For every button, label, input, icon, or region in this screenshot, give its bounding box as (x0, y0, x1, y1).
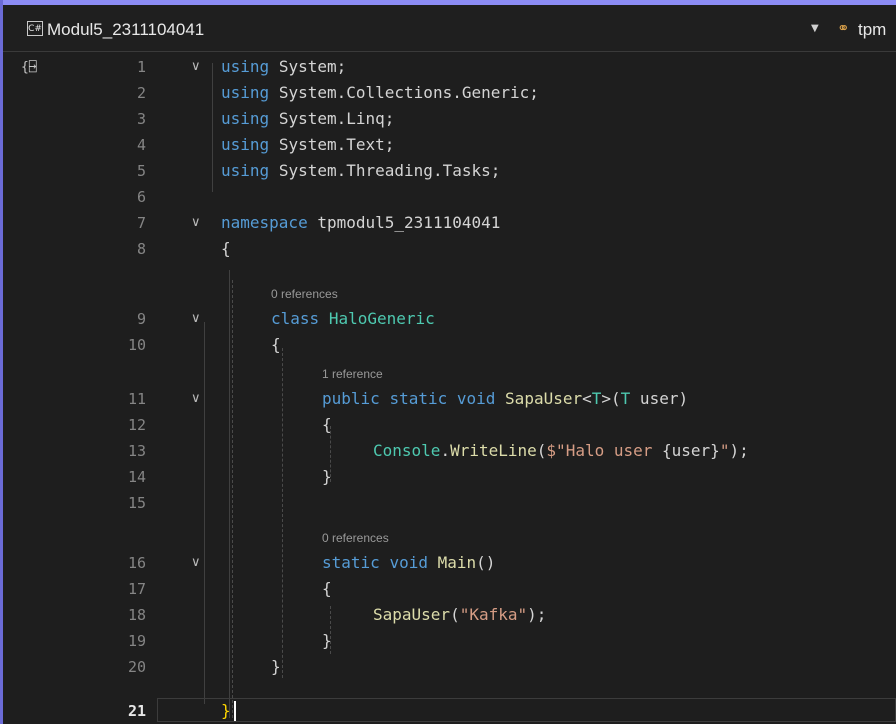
line-number: 16 (127, 554, 146, 572)
code-line[interactable]: 15 (3, 490, 896, 516)
code-line[interactable]: 20 } (3, 654, 896, 680)
line-number: 19 (127, 632, 146, 650)
code-text: using System.Text; (221, 135, 395, 154)
line-number: 1 (136, 58, 146, 76)
line-number: 10 (127, 336, 146, 354)
collapse-chevron-icon[interactable]: ∨ (191, 210, 201, 236)
code-line[interactable]: 14 } (3, 464, 896, 490)
collapse-chevron-icon[interactable]: ∨ (191, 386, 201, 412)
code-text: using System.Linq; (221, 109, 395, 128)
code-editor[interactable]: {⍈ 1 ∨ using System; 2 using System.Coll… (3, 52, 896, 724)
code-text: namespace tpmodul5_2311104041 (221, 213, 501, 232)
code-text: class HaloGeneric (271, 309, 435, 328)
code-text: { (271, 335, 281, 354)
codelens-references[interactable]: 0 references (271, 285, 338, 303)
code-line[interactable]: 16 ∨ static void Main() (3, 550, 896, 576)
line-number: 17 (127, 580, 146, 598)
code-text: } (322, 631, 332, 650)
codelens-references[interactable]: 0 references (322, 529, 389, 547)
code-line[interactable]: 19 } (3, 628, 896, 654)
code-line[interactable]: 5 using System.Threading.Tasks; (3, 158, 896, 184)
code-line[interactable]: 3 using System.Linq; (3, 106, 896, 132)
code-line[interactable]: 17 { (3, 576, 896, 602)
namespace-icon: ⚭ (837, 19, 850, 37)
line-number: 7 (136, 214, 146, 232)
line-number: 15 (127, 494, 146, 512)
line-number: 21 (127, 702, 146, 720)
code-line[interactable]: 18 SapaUser("Kafka"); (3, 602, 896, 628)
code-line[interactable]: 1 ∨ using System; (3, 54, 896, 80)
code-text: SapaUser("Kafka"); (373, 605, 547, 624)
collapse-chevron-icon[interactable]: ∨ (191, 54, 201, 80)
codelens-references[interactable]: 1 reference (322, 365, 383, 383)
member-dropdown[interactable]: tpm (858, 20, 886, 40)
collapse-chevron-icon[interactable]: ∨ (191, 306, 201, 332)
code-text: { (322, 415, 332, 434)
code-text: using System.Collections.Generic; (221, 83, 539, 102)
line-number: 5 (136, 162, 146, 180)
collapse-chevron-icon[interactable]: ∨ (191, 550, 201, 576)
text-cursor (234, 701, 236, 721)
line-number: 18 (127, 606, 146, 624)
code-line[interactable]: 9 ∨ class HaloGeneric (3, 306, 896, 332)
code-text: { (322, 579, 332, 598)
code-line-current[interactable]: 21 } (3, 698, 896, 724)
code-text: } (221, 701, 231, 720)
code-line[interactable]: 8 { (3, 236, 896, 262)
code-line[interactable]: 6 (3, 184, 896, 210)
line-number: 3 (136, 110, 146, 128)
code-line[interactable]: 2 using System.Collections.Generic; (3, 80, 896, 106)
navigation-bar: C# Modul5_2311104041 ▼ ⚭ tpm (3, 5, 896, 52)
csharp-file-icon: C# (27, 21, 43, 36)
line-number: 13 (127, 442, 146, 460)
code-line[interactable]: 11 ∨ public static void SapaUser<T>(T us… (3, 386, 896, 412)
code-line[interactable]: 7 ∨ namespace tpmodul5_2311104041 (3, 210, 896, 236)
code-line[interactable]: 4 using System.Text; (3, 132, 896, 158)
line-number: 20 (127, 658, 146, 676)
code-line[interactable]: 10 { (3, 332, 896, 358)
code-line[interactable]: 12 { (3, 412, 896, 438)
line-number: 12 (127, 416, 146, 434)
code-text: using System; (221, 57, 347, 76)
line-number: 6 (136, 188, 146, 206)
code-text: } (322, 467, 332, 486)
line-number: 14 (127, 468, 146, 486)
project-dropdown[interactable]: Modul5_2311104041 (47, 20, 204, 40)
code-text: using System.Threading.Tasks; (221, 161, 501, 180)
line-number: 9 (136, 310, 146, 328)
chevron-down-icon[interactable]: ▼ (811, 23, 819, 34)
code-text: Console.WriteLine($"Halo user {user}"); (373, 441, 749, 460)
code-line[interactable]: 13 Console.WriteLine($"Halo user {user}"… (3, 438, 896, 464)
line-number: 11 (127, 390, 146, 408)
line-number: 4 (136, 136, 146, 154)
line-number: 2 (136, 84, 146, 102)
code-text: { (221, 239, 231, 258)
code-text: } (271, 657, 281, 676)
line-number: 8 (136, 240, 146, 258)
code-text: public static void SapaUser<T>(T user) (322, 389, 689, 408)
code-text: static void Main() (322, 553, 496, 572)
